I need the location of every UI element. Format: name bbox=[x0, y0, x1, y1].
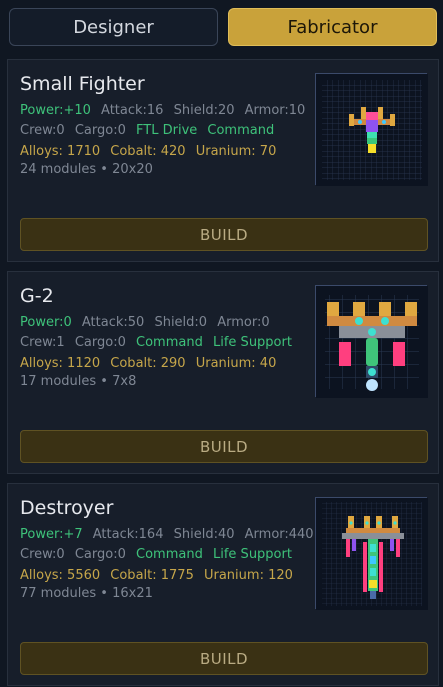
ship-preview bbox=[315, 497, 428, 610]
stat-crew: Crew:1 bbox=[20, 335, 65, 350]
cost-alloys: Alloys: 1120 bbox=[20, 356, 101, 371]
ship-card-small-fighter: Small Fighter Power:+10 Attack:16 Shield… bbox=[7, 59, 439, 262]
ship-meta: 17 modules • 7x8 bbox=[20, 374, 137, 389]
cost-cobalt: Cobalt: 1775 bbox=[110, 568, 194, 583]
stat-power: Power:0 bbox=[20, 315, 72, 330]
tab-designer[interactable]: Designer bbox=[9, 8, 218, 46]
cost-alloys: Alloys: 5560 bbox=[20, 568, 101, 583]
ship-preview bbox=[315, 285, 428, 398]
build-button[interactable]: BUILD bbox=[20, 218, 428, 251]
stats-row-combat: Power:+10 Attack:16 Shield:20 Armor:10 bbox=[20, 103, 311, 118]
stat-armor: Armor:440 bbox=[244, 527, 314, 542]
stat-attack: Attack:50 bbox=[81, 315, 145, 330]
tab-bar: Designer Fabricator bbox=[0, 0, 443, 56]
ship-meta: 24 modules • 20x20 bbox=[20, 162, 153, 177]
stats-row-combat: Power:0 Attack:50 Shield:0 Armor:0 bbox=[20, 315, 276, 330]
tag-life-support: Life Support bbox=[213, 547, 292, 562]
stat-crew: Crew:0 bbox=[20, 547, 65, 562]
ship-meta: 77 modules • 16x21 bbox=[20, 586, 153, 601]
stat-power: Power:+7 bbox=[20, 527, 83, 542]
ship-card-g-2: G-2 Power:0 Attack:50 Shield:0 Armor:0 C… bbox=[7, 271, 439, 474]
cost-cobalt: Cobalt: 420 bbox=[110, 144, 186, 159]
cost-uranium: Uranium: 70 bbox=[195, 144, 277, 159]
stats-row-cost: Alloys: 1710 Cobalt: 420 Uranium: 70 bbox=[20, 144, 282, 159]
ship-card-destroyer: Destroyer Power:+7 Attack:164 Shield:40 … bbox=[7, 483, 439, 686]
tab-fabricator[interactable]: Fabricator bbox=[228, 8, 437, 46]
stats-row-crew: Crew:1 Cargo:0 Command Life Support bbox=[20, 335, 298, 350]
ship-name: Small Fighter bbox=[20, 73, 145, 95]
stat-cargo: Cargo:0 bbox=[74, 335, 126, 350]
stats-row-crew: Crew:0 Cargo:0 FTL Drive Command bbox=[20, 123, 280, 138]
stat-attack: Attack:164 bbox=[92, 527, 164, 542]
ship-preview-image bbox=[316, 498, 428, 610]
stats-row-cost: Alloys: 1120 Cobalt: 290 Uranium: 40 bbox=[20, 356, 282, 371]
ship-preview bbox=[315, 73, 428, 186]
stat-shield: Shield:40 bbox=[173, 527, 235, 542]
cost-uranium: Uranium: 40 bbox=[195, 356, 277, 371]
build-button[interactable]: BUILD bbox=[20, 642, 428, 675]
tag-life-support: Life Support bbox=[213, 335, 292, 350]
stat-shield: Shield:20 bbox=[173, 103, 235, 118]
stats-row-combat: Power:+7 Attack:164 Shield:40 Armor:440 bbox=[20, 527, 320, 542]
stat-power: Power:+10 bbox=[20, 103, 91, 118]
cost-cobalt: Cobalt: 290 bbox=[110, 356, 186, 371]
tag-command: Command bbox=[136, 335, 203, 350]
build-button[interactable]: BUILD bbox=[20, 430, 428, 463]
ship-name: Destroyer bbox=[20, 497, 114, 519]
stat-attack: Attack:16 bbox=[101, 103, 164, 118]
stat-cargo: Cargo:0 bbox=[74, 123, 126, 138]
stat-armor: Armor:10 bbox=[244, 103, 306, 118]
cost-alloys: Alloys: 1710 bbox=[20, 144, 101, 159]
stats-row-crew: Crew:0 Cargo:0 Command Life Support bbox=[20, 547, 298, 562]
tag-ftl-drive: FTL Drive bbox=[136, 123, 198, 138]
ship-preview-image bbox=[316, 286, 428, 398]
stat-crew: Crew:0 bbox=[20, 123, 65, 138]
stats-row-cost: Alloys: 5560 Cobalt: 1775 Uranium: 120 bbox=[20, 568, 299, 583]
tag-command: Command bbox=[207, 123, 275, 138]
tag-command: Command bbox=[136, 547, 203, 562]
stat-cargo: Cargo:0 bbox=[74, 547, 126, 562]
ship-preview-image bbox=[316, 74, 428, 186]
stat-shield: Shield:0 bbox=[154, 315, 208, 330]
stat-armor: Armor:0 bbox=[217, 315, 270, 330]
cost-uranium: Uranium: 120 bbox=[203, 568, 293, 583]
ship-name: G-2 bbox=[20, 285, 54, 307]
